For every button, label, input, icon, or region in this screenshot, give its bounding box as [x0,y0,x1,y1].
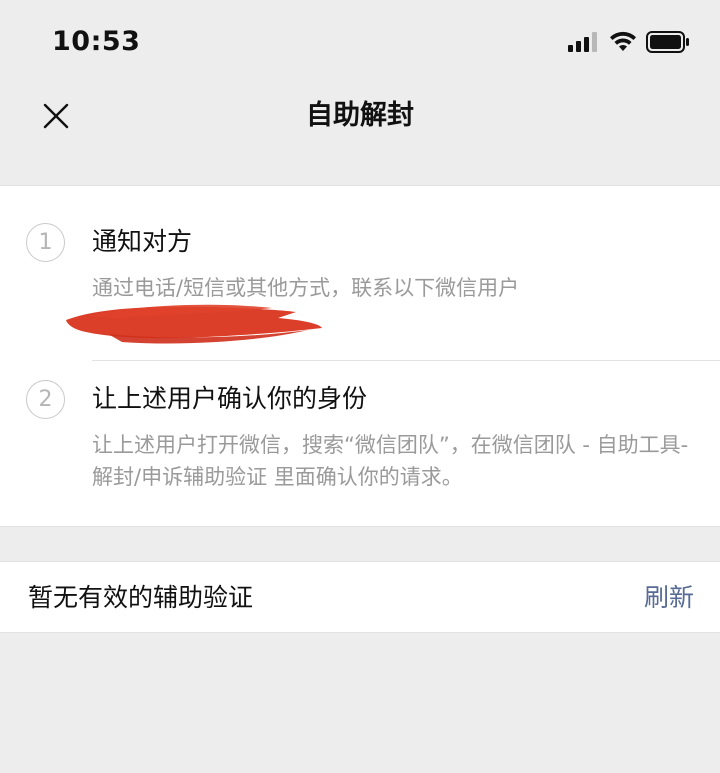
step-2-number: 2 [26,380,65,419]
signal-icon [568,32,597,52]
nav-bar: 自助解封 [0,84,720,152]
refresh-button[interactable]: 刷新 [644,580,694,616]
step-2-description: 让上述用户打开微信，搜索“微信团队”，在微信团队 - 自助工具-解封/申诉辅助验… [92,433,689,489]
step-1-title: 通知对方 [92,227,193,256]
step-divider [92,360,720,361]
page-title: 自助解封 [306,100,414,131]
status-time: 10:53 [52,26,141,57]
step-2-title: 让上述用户确认你的身份 [92,384,368,413]
assist-verification-row: 暂无有效的辅助验证 刷新 [0,561,720,633]
screen: 10:53 自助解封 1 通知对方 通过电话/短信或其他方式，联系以下微信用户 … [0,0,720,773]
redaction-scribble [66,304,322,344]
assist-status-text: 暂无有效的辅助验证 [28,583,254,612]
battery-icon [646,31,689,53]
step-1-number: 1 [26,223,65,262]
steps-card: 1 通知对方 通过电话/短信或其他方式，联系以下微信用户 2 让上述用户确认你的… [0,185,720,527]
wifi-icon [610,31,636,51]
status-bar: 10:53 [0,0,720,84]
